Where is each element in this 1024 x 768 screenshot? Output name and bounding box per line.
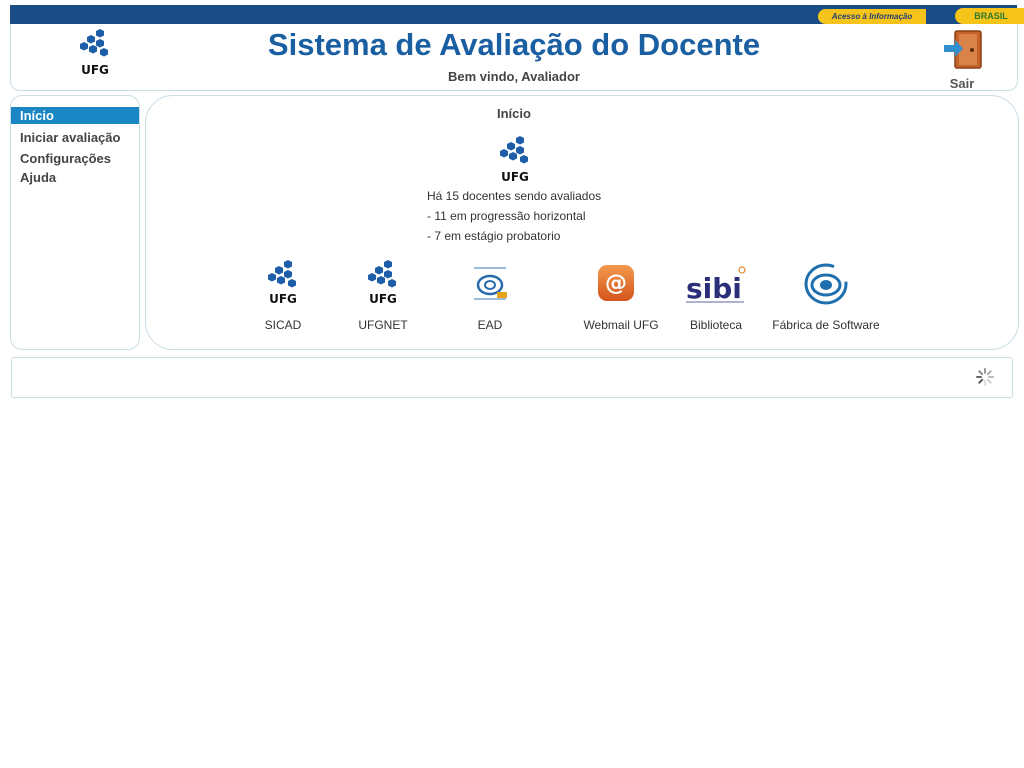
ufg-logo-icon [500, 136, 528, 164]
ufg-logo-text: UFG [501, 170, 529, 184]
biblioteca-link[interactable]: sibi Biblioteca [681, 260, 751, 334]
ufg-logo-icon: UFG [265, 260, 301, 306]
page-title: Sistema de Avaliação do Docente [267, 27, 761, 62]
ead-label: EAD [477, 318, 503, 332]
sidebar-item-iniciar-avaliacao[interactable]: Iniciar avaliação [11, 130, 139, 145]
ufgnet-label: UFGNET [358, 318, 408, 332]
sidebar-item-inicio[interactable]: Início [11, 107, 139, 124]
sicad-link[interactable]: UFG SICAD [253, 260, 313, 334]
header: UFG Sistema de Avaliação do Docente Bem … [10, 24, 1018, 91]
fabrica-software-label: Fábrica de Software [772, 318, 880, 332]
sidebar-item-configuracoes[interactable]: Configurações [11, 151, 139, 166]
ufg-logo: UFG [497, 136, 533, 186]
acesso-informacao-link[interactable]: Acesso à Informação [818, 9, 926, 24]
info-estagio-probatorio: - 7 em estágio probatorio [427, 229, 561, 243]
gov-top-bar: Acesso à Informação BRASIL [10, 5, 1024, 24]
biblioteca-label: Biblioteca [689, 318, 743, 332]
sicad-label: SICAD [264, 318, 302, 332]
ead-link[interactable]: EAD [460, 260, 520, 334]
ufg-logo-text: UFG [369, 292, 397, 306]
fabrica-logo-icon [803, 261, 849, 310]
ufg-logo-text: UFG [269, 292, 297, 306]
sidebar-menu: Início Iniciar avaliação Configurações A… [10, 95, 140, 350]
webmail-icon: @ [597, 264, 635, 305]
sidebar-item-ajuda[interactable]: Ajuda [11, 170, 139, 185]
status-bar [11, 357, 1013, 398]
brasil-link[interactable]: BRASIL [955, 8, 1024, 24]
fabrica-software-link[interactable]: Fábrica de Software [766, 260, 886, 334]
ufgnet-link[interactable]: UFG UFGNET [353, 260, 413, 334]
info-progressao-horizontal: - 11 em progressão horizontal [427, 209, 586, 223]
main-content: Início UFG Há 15 docentes sendo avaliado… [145, 95, 1019, 350]
svg-text:sibi: sibi [686, 272, 742, 305]
webmail-link[interactable]: @ Webmail UFG [576, 260, 666, 334]
svg-text:@: @ [605, 271, 627, 296]
ufg-logo-icon: UFG [365, 260, 401, 306]
biblioteca-logo-icon: sibi [684, 266, 748, 309]
exit-button[interactable]: Sair [939, 29, 985, 91]
webmail-label: Webmail UFG [583, 318, 659, 332]
ead-logo-icon [472, 265, 508, 306]
content-title: Início [497, 106, 531, 121]
welcome-message: Bem vindo, Avaliador [448, 69, 580, 84]
loading-spinner-icon [976, 368, 994, 386]
exit-label: Sair [949, 76, 975, 91]
info-total-docentes: Há 15 docentes sendo avaliados [427, 189, 602, 203]
exit-door-icon [944, 30, 982, 69]
